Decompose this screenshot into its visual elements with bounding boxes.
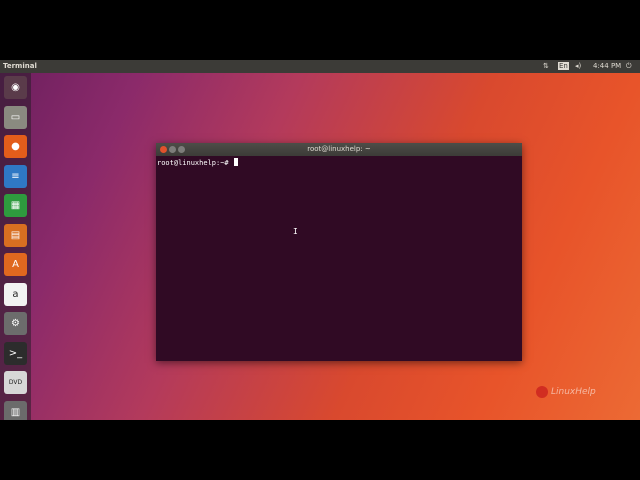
network-icon[interactable]: ⇅ xyxy=(543,62,549,70)
linuxhelp-logo-icon xyxy=(536,386,548,398)
impress-icon[interactable]: ▤ xyxy=(4,223,27,247)
volume-icon[interactable]: ◂) xyxy=(575,62,581,70)
watermark-text: LinuxHelp xyxy=(551,387,596,397)
terminal-prompt: root@linuxhelp:~# xyxy=(157,159,233,167)
terminal-window-title: root@linuxhelp: ~ xyxy=(307,145,371,153)
keyboard-layout-indicator[interactable]: En xyxy=(558,62,569,70)
terminal-output[interactable]: root@linuxhelp:~# xyxy=(156,156,522,361)
settings-icon[interactable]: ⚙ xyxy=(4,312,27,335)
watermark: LinuxHelp xyxy=(536,386,596,398)
calc-icon[interactable]: ▦ xyxy=(4,194,27,217)
dvd-icon[interactable]: DVD xyxy=(4,371,27,394)
amazon-icon[interactable]: a xyxy=(4,282,27,306)
software-center-icon[interactable]: A xyxy=(4,253,27,276)
clock[interactable]: 4:44 PM xyxy=(593,62,621,70)
mouse-ibeam-cursor: I xyxy=(293,227,298,236)
terminal-prompt-line: root@linuxhelp:~# xyxy=(157,158,238,167)
power-icon[interactable]: ⏻ xyxy=(626,62,632,71)
top-panel: Terminal ⇅ En ◂) 4:44 PM ⏻ xyxy=(0,60,640,73)
writer-icon[interactable]: ≡ xyxy=(4,164,27,188)
terminal-window[interactable]: root@linuxhelp: ~ root@linuxhelp:~# xyxy=(156,143,522,361)
screen: Terminal ⇅ En ◂) 4:44 PM ⏻ ◉ ▭ ● ≡ ▦ ▤ Aa ⚙ >_ DV… xyxy=(0,60,640,420)
firefox-icon[interactable]: ● xyxy=(4,135,27,158)
active-app-title: Terminal xyxy=(3,62,37,70)
terminal-icon[interactable]: >_ xyxy=(4,341,27,365)
terminal-titlebar[interactable]: root@linuxhelp: ~ xyxy=(156,143,522,156)
ubuntu-dash-icon[interactable]: ◉ xyxy=(4,76,27,99)
text-cursor xyxy=(233,158,238,166)
launcher: ◉ ▭ ● ≡ ▦ ▤ Aa ⚙ >_ DVD ▥ xyxy=(0,73,31,420)
files-icon[interactable]: ▭ xyxy=(4,105,27,129)
trash-icon[interactable]: ▥ xyxy=(4,400,27,420)
